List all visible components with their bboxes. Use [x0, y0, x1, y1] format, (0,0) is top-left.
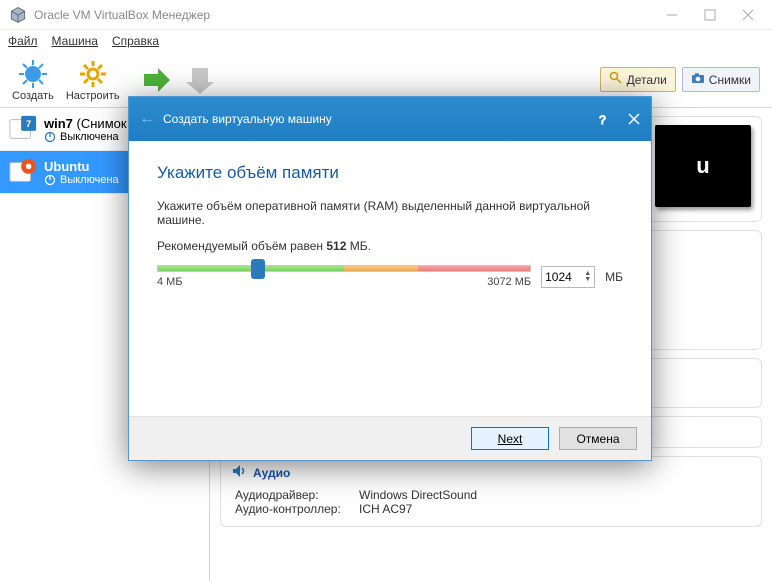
- new-vm-button[interactable]: Создать: [12, 58, 54, 102]
- create-vm-dialog: ← Создать виртуальную машину ? Укажите о…: [128, 96, 652, 461]
- camera-icon: [691, 71, 705, 88]
- power-icon: [44, 131, 56, 143]
- memory-input-value: 1024: [545, 270, 572, 284]
- vm-status: Выключена: [60, 174, 119, 186]
- vm-name: win7: [44, 116, 73, 131]
- audio-header[interactable]: Аудио: [231, 463, 751, 482]
- dialog-close-button[interactable]: [627, 112, 641, 126]
- dialog-help-button[interactable]: ?: [595, 112, 609, 126]
- spinbox-arrows[interactable]: ▲▼: [584, 271, 591, 283]
- settings-label: Настроить: [66, 90, 120, 102]
- windows7-icon: 7: [8, 114, 38, 144]
- snapshots-tab[interactable]: Снимки: [682, 67, 760, 92]
- audio-icon: [231, 463, 247, 482]
- menu-file[interactable]: Файл: [8, 34, 38, 48]
- window-controls: [664, 7, 756, 23]
- details-tab-label: Детали: [627, 73, 667, 87]
- dialog-body: Укажите объём памяти Укажите объём опера…: [129, 141, 651, 416]
- maximize-button[interactable]: [702, 7, 718, 23]
- virtualbox-icon: [8, 5, 28, 25]
- snapshots-tab-label: Снимки: [709, 73, 751, 87]
- dialog-footer: Next Отмена: [129, 416, 651, 460]
- svg-text:?: ?: [599, 113, 606, 126]
- discard-button[interactable]: [184, 64, 216, 96]
- settings-button[interactable]: Настроить: [66, 58, 120, 102]
- new-vm-label: Создать: [12, 90, 54, 102]
- dialog-heading: Укажите объём памяти: [157, 163, 623, 183]
- minimize-button[interactable]: [664, 7, 680, 23]
- audio-driver-key: Аудиодрайвер:: [235, 488, 353, 502]
- close-button[interactable]: [740, 7, 756, 23]
- window-title: Oracle VM VirtualBox Менеджер: [34, 8, 664, 22]
- gear-icon: [77, 58, 109, 90]
- discard-arrow-icon: [184, 64, 216, 96]
- slider-thumb[interactable]: [251, 259, 265, 279]
- menu-help[interactable]: Справка: [112, 34, 159, 48]
- menubar: Файл Машина Справка: [0, 30, 772, 52]
- dialog-recommendation: Рекомендуемый объём равен 512 МБ.: [157, 239, 623, 253]
- memory-unit-label: МБ: [605, 270, 623, 284]
- preview-thumbnail: u: [655, 125, 751, 207]
- audio-header-label: Аудио: [253, 466, 290, 480]
- ubuntu-icon: [8, 157, 38, 187]
- start-button[interactable]: [140, 64, 172, 96]
- memory-slider[interactable]: 4 МБ 3072 МБ: [157, 265, 531, 288]
- menu-machine[interactable]: Машина: [52, 34, 98, 48]
- audio-controller-value: ICH AC97: [359, 502, 412, 516]
- audio-driver-value: Windows DirectSound: [359, 488, 477, 502]
- start-arrow-icon: [140, 64, 172, 96]
- vm-name: Ubuntu: [44, 159, 119, 174]
- slider-min-label: 4 МБ: [157, 276, 183, 288]
- slider-max-label: 3072 МБ: [487, 276, 531, 288]
- window-titlebar: Oracle VM VirtualBox Менеджер: [0, 0, 772, 30]
- audio-controller-key: Аудио-контроллер:: [235, 502, 353, 516]
- dialog-title: Создать виртуальную машину: [163, 112, 332, 126]
- svg-text:7: 7: [26, 119, 31, 129]
- back-arrow-icon[interactable]: ←: [139, 110, 163, 128]
- dialog-titlebar: ← Создать виртуальную машину ?: [129, 97, 651, 141]
- dialog-description: Укажите объём оперативной памяти (RAM) в…: [157, 199, 623, 227]
- next-button[interactable]: Next: [471, 427, 549, 450]
- cancel-button[interactable]: Отмена: [559, 427, 637, 450]
- vm-status: Выключена: [60, 131, 119, 143]
- details-tab[interactable]: Детали: [600, 67, 676, 92]
- memory-input[interactable]: 1024 ▲▼: [541, 266, 595, 288]
- power-icon: [44, 174, 56, 186]
- audio-section: Аудио Аудиодрайвер: Windows DirectSound А…: [220, 456, 762, 527]
- sun-new-icon: [17, 58, 49, 90]
- details-tab-icon: [609, 71, 623, 88]
